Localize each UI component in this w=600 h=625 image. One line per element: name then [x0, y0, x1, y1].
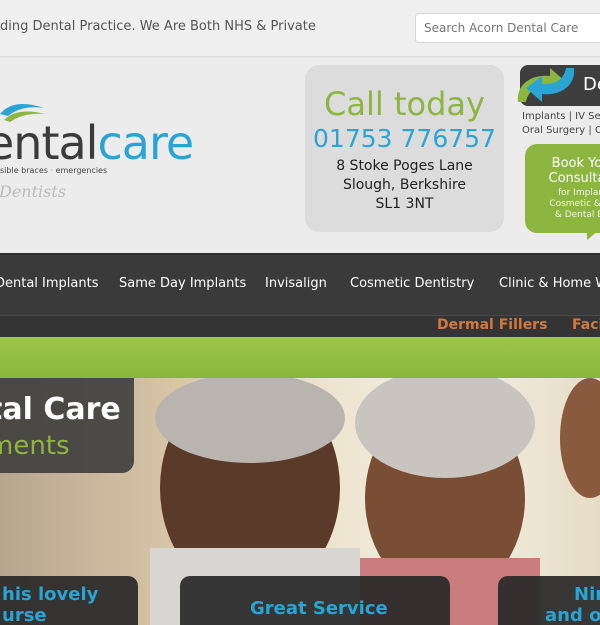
- book-sub-line-1: for Implan: [557, 188, 600, 198]
- logo-text-dark: ental: [0, 116, 98, 170]
- logo-services-strap: sible braces · emergencies: [0, 166, 107, 175]
- logo-text-blue: care: [97, 116, 194, 170]
- feature-panel-1[interactable]: his lovely urse: [0, 576, 138, 625]
- book-title-line-1: Book Yo: [551, 156, 600, 171]
- feature-panel-2-title: Great Service: [250, 598, 388, 619]
- services-list: Implants | IV Sed Oral Surgery | O: [522, 110, 600, 138]
- services-line-2: Oral Surgery | O: [522, 125, 600, 136]
- services-line-1: Implants | IV Sed: [522, 111, 600, 122]
- logo-service-2: emergencies: [55, 166, 108, 175]
- logo-dot-separator: ·: [50, 166, 54, 175]
- speech-bubble-tail: [587, 230, 599, 240]
- feature-panel-3[interactable]: Nin and o: [498, 576, 600, 625]
- nav-item-clinic-home[interactable]: Clinic & Home W: [499, 276, 600, 291]
- feature-panel-3-line-2: and o: [545, 605, 600, 625]
- offers-tab-label: De: [583, 74, 600, 95]
- book-consultation-button[interactable]: Book Yo Consulta for Implan Cosmetic & W…: [525, 144, 600, 233]
- feature-panel-2[interactable]: Great Service: [180, 576, 450, 625]
- hero-title-box: tal Care ments: [0, 378, 134, 473]
- site-header: entalcare sible braces · emergencies Den…: [0, 58, 600, 253]
- hero-title: tal Care: [0, 392, 121, 427]
- nav-item-same-day-implants[interactable]: Same Day Implants: [119, 276, 246, 291]
- subnav-item-dermal-fillers[interactable]: Dermal Fillers: [437, 317, 547, 333]
- sub-nav: Dermal Fillers Facia: [0, 315, 600, 337]
- book-title-line-2: Consulta: [548, 171, 600, 186]
- green-band: [0, 337, 600, 378]
- call-title: Call today: [324, 85, 485, 123]
- address-line-1: 8 Stoke Poges Lane: [336, 157, 473, 174]
- logo-wordmark[interactable]: entalcare: [0, 120, 194, 166]
- hero-banner: tal Care ments his lovely urse Great Ser…: [0, 378, 600, 625]
- book-sub-line-2: Cosmetic & W: [549, 199, 600, 209]
- address-line-2: Slough, Berkshire: [342, 176, 467, 193]
- search-input[interactable]: [415, 13, 600, 43]
- feature-panel-1-line-1: his lovely: [2, 584, 99, 605]
- call-box: Call today 01753 776757 8 Stoke Poges La…: [305, 65, 504, 232]
- nav-item-invisalign[interactable]: Invisalign: [265, 276, 327, 291]
- practice-tagline: ading Dental Practice. We Are Both NHS &…: [0, 19, 316, 34]
- book-sub-line-3: & Dental Br: [554, 210, 600, 220]
- refresh-arrows-icon: [517, 68, 575, 102]
- feature-panel-3-line-1: Nin: [574, 584, 600, 605]
- nav-item-dental-implants[interactable]: Dental Implants: [0, 276, 99, 291]
- main-nav: Dental Implants Same Day Implants Invisa…: [0, 253, 600, 315]
- nav-item-cosmetic-dentistry[interactable]: Cosmetic Dentistry: [350, 276, 474, 291]
- logo-service-1: sible braces: [0, 166, 48, 175]
- address-line-3: SL1 3NT: [375, 195, 434, 212]
- logo-dentists: Dentists: [0, 182, 66, 201]
- phone-number-link[interactable]: 01753 776757: [305, 125, 504, 153]
- subnav-item-facial[interactable]: Facia: [572, 317, 600, 333]
- feature-panel-1-line-2: urse: [2, 605, 47, 625]
- top-bar: ading Dental Practice. We Are Both NHS &…: [0, 0, 600, 57]
- hero-subtitle: ments: [0, 431, 70, 461]
